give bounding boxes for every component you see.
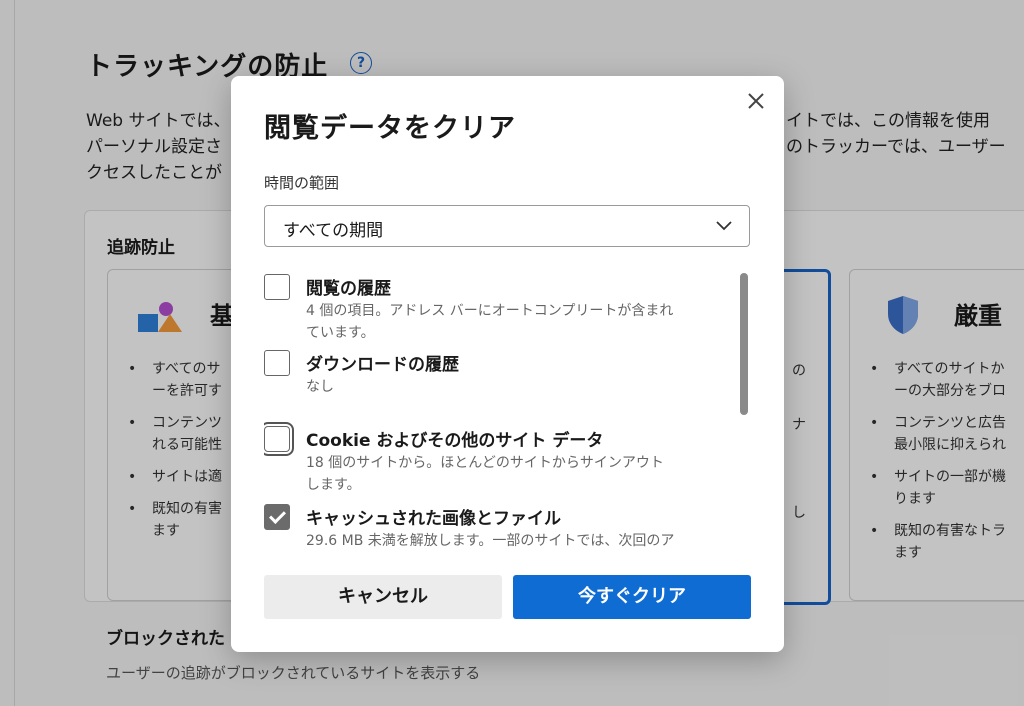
checkbox-cached-images[interactable] bbox=[264, 504, 290, 530]
item-title: キャッシュされた画像とファイル bbox=[306, 509, 561, 529]
item-desc: 29.6 MB 未満を解放します。一部のサイトでは、次回のア bbox=[306, 533, 675, 549]
item-desc: 18 個のサイトから。ほとんどのサイトからサインアウト します。 bbox=[306, 455, 664, 493]
clear-browsing-data-dialog: 閲覧データをクリア 時間の範囲 すべての期間 閲覧の履歴 4 個の項目。アドレス… bbox=[231, 76, 784, 652]
item-desc: なし bbox=[306, 379, 334, 395]
item-desc: 4 個の項目。アドレス バーにオートコンプリートが含まれ ています。 bbox=[306, 303, 674, 341]
dialog-title: 閲覧データをクリア bbox=[264, 113, 516, 144]
close-icon bbox=[748, 93, 764, 109]
item-title: 閲覧の履歴 bbox=[306, 279, 391, 299]
checkbox-download-history[interactable] bbox=[264, 350, 290, 376]
time-range-select[interactable]: すべての期間 bbox=[264, 205, 750, 247]
chevron-down-icon bbox=[716, 221, 732, 231]
clear-now-button[interactable]: 今すぐクリア bbox=[513, 575, 751, 619]
close-button[interactable] bbox=[743, 88, 769, 114]
checkbox-browsing-history[interactable] bbox=[264, 274, 290, 300]
data-type-list[interactable]: 閲覧の履歴 4 個の項目。アドレス バーにオートコンプリートが含まれ ています。 … bbox=[264, 272, 750, 552]
item-title: Cookie およびその他のサイト データ bbox=[306, 431, 604, 451]
time-range-label: 時間の範囲 bbox=[264, 174, 340, 192]
list-scrollbar[interactable] bbox=[740, 273, 748, 415]
checkbox-cookies[interactable] bbox=[264, 422, 294, 456]
cancel-button[interactable]: キャンセル bbox=[264, 575, 502, 619]
time-range-value: すべての期間 bbox=[283, 221, 384, 241]
item-title: ダウンロードの履歴 bbox=[306, 355, 459, 375]
